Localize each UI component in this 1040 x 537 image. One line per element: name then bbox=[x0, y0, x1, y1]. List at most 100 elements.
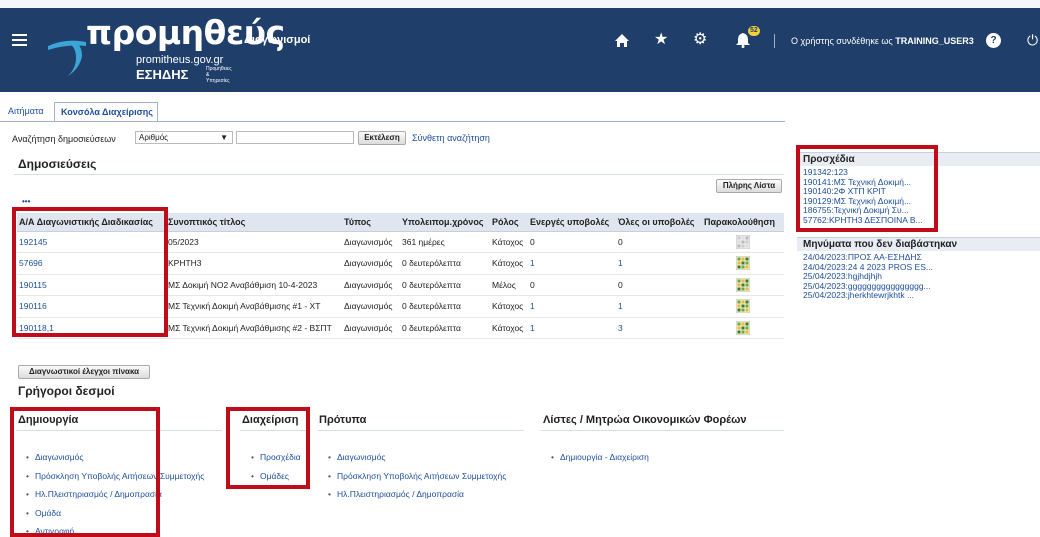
tab-admin-console[interactable]: Κονσόλα Διαχείρισης bbox=[54, 102, 158, 122]
col-header-type[interactable]: Τύπος bbox=[342, 213, 400, 232]
pub-all-count[interactable]: 0 bbox=[618, 280, 623, 290]
tracking-chart-icon[interactable] bbox=[736, 277, 750, 292]
tracking-chart-icon[interactable] bbox=[736, 320, 750, 335]
templates-link-1[interactable]: Πρόσκληση Υποβολής Αιτήσεων Συμμετοχής bbox=[328, 471, 506, 481]
templates-link-0[interactable]: Διαγωνισμός bbox=[328, 452, 385, 462]
cell-type: Διαγωνισμός bbox=[342, 295, 400, 318]
gear-icon[interactable]: ⚙ bbox=[693, 32, 707, 48]
pub-all-count[interactable]: 1 bbox=[618, 258, 623, 268]
templates-link-2[interactable]: Ηλ.Πλειστηριασμός / Δημοπρασία bbox=[328, 489, 464, 499]
col-header-all[interactable]: Όλες οι υποβολές bbox=[616, 213, 702, 232]
cell-role: Κάτοχος bbox=[490, 317, 528, 339]
help-icon[interactable]: ? bbox=[986, 33, 1001, 48]
cell-role: Κάτοχος bbox=[490, 252, 528, 275]
cell-title: ΜΣ Τεχνική Δοκιμή Αναβάθμισης #1 - ΧΤ bbox=[166, 295, 342, 318]
highlight-manage-section bbox=[226, 407, 310, 489]
col-header-remaining[interactable]: Υπολειπομ.χρόνος bbox=[400, 213, 490, 232]
header-divider bbox=[774, 34, 775, 48]
pub-role: Κάτοχος bbox=[492, 301, 524, 312]
publications-title: Δημοσιεύσεις bbox=[18, 157, 97, 171]
col-header-tracking[interactable]: Παρακολούθηση bbox=[702, 213, 784, 232]
lists-link-0[interactable]: Δημιουργία - Διαχείριση bbox=[551, 452, 649, 462]
logo-esidis: ΕΣΗΔΗΣ bbox=[136, 67, 189, 82]
tracking-chart-icon[interactable] bbox=[736, 299, 750, 314]
logo-swoosh-icon bbox=[48, 40, 86, 76]
pub-title: ΜΣ Δοκιμή ΝΟ2 Αναβάθμιση 10-4-2023 bbox=[168, 279, 318, 290]
app-header: προμηθεύς promitheus.gov.gr ΕΣΗΔΗΣ Προμή… bbox=[0, 0, 1040, 92]
cell-title: 05/2023 bbox=[166, 231, 342, 253]
highlight-drafts-panel bbox=[796, 145, 938, 232]
cell-remaining: 0 δευτερόλεπτα bbox=[400, 317, 490, 339]
pub-all-count[interactable]: 3 bbox=[618, 323, 623, 333]
home-icon[interactable] bbox=[614, 33, 630, 48]
pub-active-count[interactable]: 1 bbox=[530, 258, 535, 268]
tracking-chart-icon[interactable] bbox=[736, 256, 750, 271]
pub-type: Διαγωνισμός bbox=[344, 301, 393, 312]
search-input[interactable] bbox=[236, 131, 354, 144]
pub-role: Κάτοχος bbox=[492, 236, 524, 247]
star-icon[interactable]: ★ bbox=[654, 32, 668, 48]
search-go-button[interactable]: Εκτέλεση bbox=[358, 131, 406, 145]
pub-remaining: 361 ημέρες bbox=[402, 236, 445, 247]
chevron-down-icon: ▼ bbox=[220, 133, 228, 142]
cell-active: 1 bbox=[528, 295, 616, 318]
highlight-create-section bbox=[10, 407, 160, 537]
pub-remaining: 0 δευτερόλεπτα bbox=[402, 301, 461, 312]
cell-remaining: 0 δευτερόλεπτα bbox=[400, 295, 490, 318]
search-type-select[interactable]: Αριθμός ▼ bbox=[135, 131, 233, 144]
messages-title: Μηνύματα που δεν διαβάστηκαν bbox=[797, 238, 1040, 251]
quick-links-title: Γρήγοροι δεσμοί bbox=[18, 384, 115, 398]
cell-all: 0 bbox=[616, 274, 702, 296]
app-title: Διαγωνισμοί bbox=[244, 34, 311, 46]
templates-section-title: Πρότυπα bbox=[319, 414, 367, 426]
pub-title: ΜΣ Τεχνική Δοκιμή Αναβάθμισης #2 - ΒΣΠΤ bbox=[168, 322, 332, 333]
cell-all: 1 bbox=[616, 252, 702, 275]
cell-type: Διαγωνισμός bbox=[342, 317, 400, 339]
col-header-title[interactable]: Συνοπτικός τίτλος bbox=[166, 213, 342, 232]
pub-remaining: 0 δευτερόλεπτα bbox=[402, 258, 461, 269]
cell-active: 1 bbox=[528, 252, 616, 275]
table-diagnostics-button[interactable]: Διαγνωστικοί έλεγχοι πίνακα bbox=[18, 365, 150, 379]
pub-active-count[interactable]: 0 bbox=[530, 237, 535, 247]
col-header-active[interactable]: Ενεργές υποβολές bbox=[528, 213, 616, 232]
user-info: Ο χρήστης συνδέθηκε ως TRAINING_USER3 bbox=[791, 36, 974, 46]
pub-active-count[interactable]: 0 bbox=[530, 280, 535, 290]
tab-underline bbox=[0, 121, 785, 122]
cell-track bbox=[702, 231, 784, 253]
cell-remaining: 0 δευτερόλεπτα bbox=[400, 252, 490, 275]
menu-icon[interactable] bbox=[12, 34, 27, 46]
col-header-role[interactable]: Ρόλος bbox=[490, 213, 528, 232]
messages-item[interactable]: 25/04/2023:jherkhtewrjkhtk ... bbox=[797, 290, 1040, 301]
lists-section-title: Λίστες / Μητρώα Οικονομικών Φορέων bbox=[543, 414, 747, 426]
more-dots[interactable]: ••• bbox=[22, 197, 30, 206]
pub-type: Διαγωνισμός bbox=[344, 279, 393, 290]
cell-all: 0 bbox=[616, 231, 702, 253]
cell-all: 1 bbox=[616, 295, 702, 318]
cell-role: Μέλος bbox=[490, 274, 528, 296]
cell-active: 1 bbox=[528, 317, 616, 339]
messages-list: 24/04/2023:ΠΡΟΣ ΑΑ-ΕΣΗΔΗΣ 24/04/2023:24 4… bbox=[797, 251, 1040, 301]
pub-role: Κάτοχος bbox=[492, 322, 524, 333]
user-prefix: Ο χρήστης συνδέθηκε ως bbox=[791, 36, 893, 46]
tracking-disabled-icon bbox=[736, 234, 750, 249]
pub-active-count[interactable]: 1 bbox=[530, 301, 535, 311]
pub-active-count[interactable]: 1 bbox=[530, 323, 535, 333]
search-type-value: Αριθμός bbox=[139, 133, 169, 142]
tab-requests[interactable]: Αιτήματα bbox=[8, 102, 44, 122]
pub-type: Διαγωνισμός bbox=[344, 322, 393, 333]
cell-remaining: 0 δευτερόλεπτα bbox=[400, 274, 490, 296]
logo-url: promitheus.gov.gr bbox=[136, 54, 224, 66]
cell-active: 0 bbox=[528, 274, 616, 296]
highlight-id-column bbox=[12, 207, 168, 337]
bell-icon[interactable] bbox=[736, 32, 750, 48]
pub-all-count[interactable]: 0 bbox=[618, 237, 623, 247]
full-list-button[interactable]: Πλήρης Λίστα bbox=[716, 179, 782, 193]
logout-icon[interactable]: ⏻ bbox=[1027, 32, 1038, 49]
advanced-search-link[interactable]: Σύνθετη αναζήτηση bbox=[412, 133, 490, 143]
cell-title: ΜΣ Τεχνική Δοκιμή Αναβάθμισης #2 - ΒΣΠΤ bbox=[166, 317, 342, 339]
user-name: TRAINING_USER3 bbox=[895, 36, 974, 46]
cell-title: ΚΡΗΤΗ3 bbox=[166, 252, 342, 275]
search-label: Αναζήτηση δημοσιεύσεων bbox=[12, 134, 116, 144]
pub-all-count[interactable]: 1 bbox=[618, 301, 623, 311]
cell-title: ΜΣ Δοκιμή ΝΟ2 Αναβάθμιση 10-4-2023 bbox=[166, 274, 342, 296]
